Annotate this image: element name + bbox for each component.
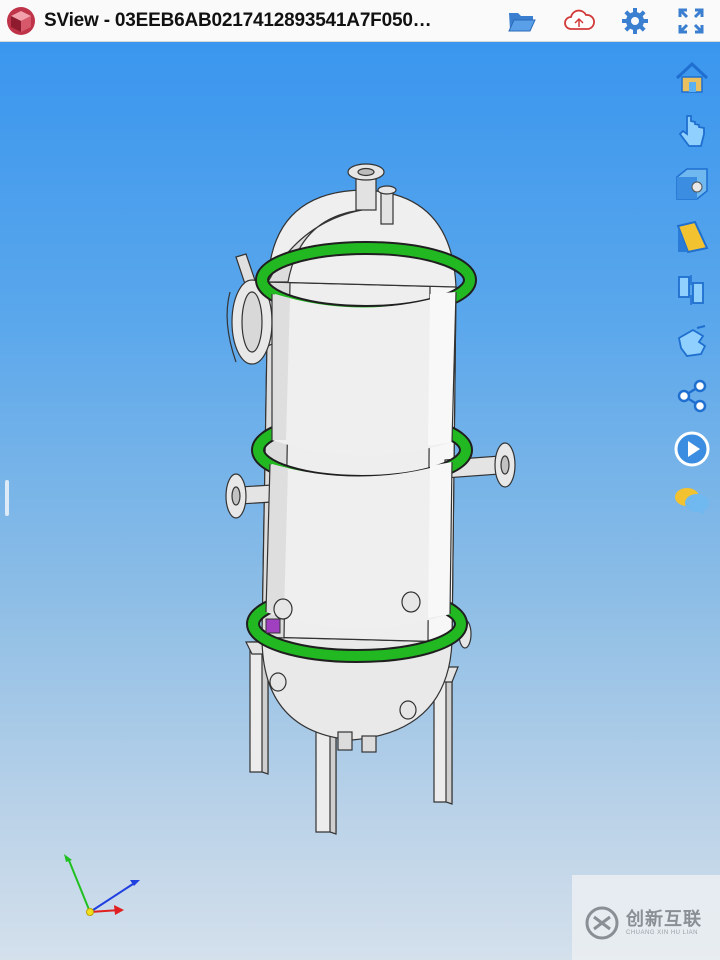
settings-button[interactable]: [618, 5, 652, 37]
section-view-button[interactable]: [670, 215, 714, 259]
gesture-icon: [677, 325, 707, 357]
view-cube-button[interactable]: [670, 162, 714, 206]
cloud-button[interactable]: [562, 5, 596, 37]
home-view-button[interactable]: [670, 56, 714, 100]
gesture-button[interactable]: [670, 321, 714, 365]
watermark-text: 创新互联: [626, 909, 702, 929]
window-title: SView - 03EEB6AB0217412893541A7F050…: [44, 10, 432, 31]
share-icon: [677, 379, 707, 413]
play-animation-button[interactable]: [670, 427, 714, 471]
sview-app: SView - 03EEB6AB0217412893541A7F050… 创新互…: [0, 0, 720, 960]
title-bar: SView - 03EEB6AB0217412893541A7F050…: [0, 0, 720, 42]
folder-open-icon: [508, 13, 536, 32]
explode-view-button[interactable]: [670, 268, 714, 312]
select-tool-button[interactable]: [670, 109, 714, 153]
home-icon: [675, 61, 709, 93]
view-cube-icon: [676, 168, 708, 200]
model-viewport[interactable]: [0, 42, 720, 960]
y-axis: [67, 857, 91, 913]
explode-icon: [678, 275, 704, 305]
watermark-subtext: CHUANG XIN HU LIAN: [626, 930, 699, 936]
axis-triad: [64, 854, 140, 916]
side-panel-handle[interactable]: [5, 480, 9, 516]
annotation-button[interactable]: [670, 478, 714, 522]
fullscreen-icon: [678, 8, 704, 34]
z-axis: [89, 881, 137, 913]
sview-logo-icon[interactable]: [6, 6, 36, 36]
gear-icon: [622, 8, 648, 34]
play-icon: [674, 431, 710, 467]
comment-icon: [675, 488, 709, 515]
open-file-button[interactable]: [505, 5, 539, 37]
pressure-vessel-model[interactable]: [0, 42, 720, 960]
section-icon: [676, 220, 709, 254]
cloud-icon: [564, 9, 595, 30]
fullscreen-button[interactable]: [674, 5, 708, 37]
watermark-logo-icon: [585, 906, 619, 940]
watermark: 创新互联 CHUANG XIN HU LIAN: [572, 875, 720, 960]
pointer-hand-icon: [678, 115, 705, 147]
share-button[interactable]: [670, 374, 714, 418]
